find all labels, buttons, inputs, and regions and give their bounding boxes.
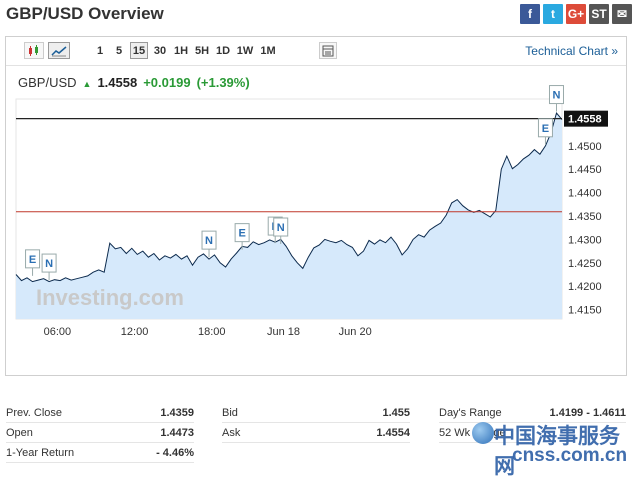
ask-value: 1.4554 bbox=[322, 424, 410, 443]
ask-label: Ask bbox=[222, 424, 322, 443]
event-marker-label: N bbox=[45, 258, 53, 270]
prev-close-label: Prev. Close bbox=[6, 404, 126, 423]
open-value: 1.4473 bbox=[126, 424, 194, 443]
y-tick-label: 1.4500 bbox=[568, 141, 602, 153]
y-tick-label: 1.4350 bbox=[568, 211, 602, 223]
y-tick-label: 1.4150 bbox=[568, 305, 602, 317]
y-tick-label: 1.4400 bbox=[568, 188, 602, 200]
open-label: Open bbox=[6, 424, 126, 443]
event-marker-label: N bbox=[553, 90, 561, 102]
social-share-bar: f t G+ ST ✉ bbox=[520, 4, 632, 24]
event-marker-label: N bbox=[205, 235, 213, 247]
y-tick-label: 1.4450 bbox=[568, 164, 602, 176]
event-marker-label: E bbox=[238, 228, 245, 240]
x-tick-label: 18:00 bbox=[198, 326, 226, 338]
y-tick-label: 1.4300 bbox=[568, 234, 602, 246]
current-price-tag-label: 1.4558 bbox=[568, 114, 602, 126]
site-watermark-url: cnss.com.cn bbox=[512, 445, 628, 466]
x-tick-label: Jun 18 bbox=[267, 326, 300, 338]
stocktwits-icon[interactable]: ST bbox=[589, 4, 609, 24]
chart-panel: 1 5 15 30 1H 5H 1D 1W 1M Technical Chart » GBP/U… bbox=[5, 36, 627, 376]
page-title: GBP/USD Overview bbox=[6, 4, 164, 23]
prev-close-value: 1.4359 bbox=[126, 404, 194, 423]
year-return-label: 1-Year Return bbox=[6, 444, 126, 463]
google-plus-icon[interactable]: G+ bbox=[566, 4, 586, 24]
event-marker-label: E bbox=[542, 123, 549, 135]
globe-logo-icon bbox=[472, 422, 494, 444]
price-chart[interactable]: Investing.com 1.4150 1.4200 1.4250 1.4300 1.4… bbox=[6, 37, 626, 375]
facebook-icon[interactable]: f bbox=[520, 4, 540, 24]
y-tick-label: 1.4250 bbox=[568, 258, 602, 270]
x-tick-label: Jun 20 bbox=[339, 326, 372, 338]
bid-label: Bid bbox=[222, 404, 322, 423]
event-marker-label: N bbox=[277, 222, 285, 234]
investing-watermark: Investing.com bbox=[36, 285, 184, 310]
bid-value: 1.455 bbox=[322, 404, 410, 423]
y-tick-label: 1.4200 bbox=[568, 281, 602, 293]
x-tick-label: 12:00 bbox=[121, 326, 149, 338]
email-icon[interactable]: ✉ bbox=[612, 4, 632, 24]
twitter-icon[interactable]: t bbox=[543, 4, 563, 24]
year-return-value: - 4.46% bbox=[126, 444, 194, 463]
event-marker-label: E bbox=[29, 254, 36, 266]
x-tick-label: 06:00 bbox=[44, 326, 72, 338]
